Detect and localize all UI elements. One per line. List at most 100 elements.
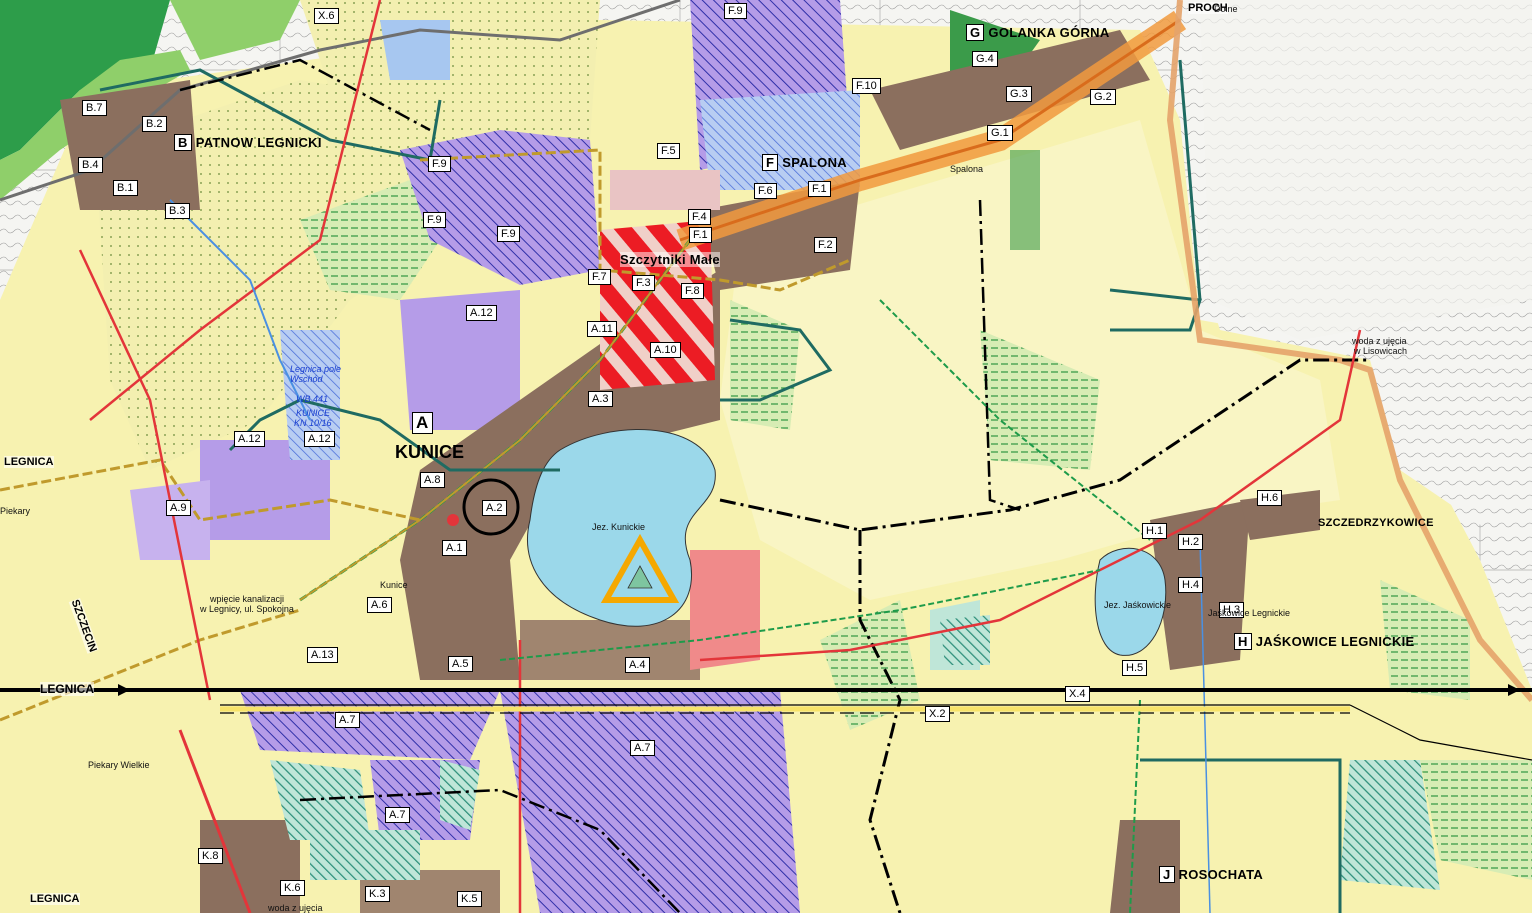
place-golanka: G GOLANKA GÓRNA bbox=[966, 24, 1110, 41]
zone-label: A.7 bbox=[630, 740, 655, 756]
zone-label: A.6 bbox=[367, 597, 392, 613]
service-zone-small bbox=[610, 170, 720, 210]
place-szczytniki: Szczytniki Małe bbox=[620, 252, 720, 267]
zone-label: A.8 bbox=[420, 472, 445, 488]
blue-zone-spalona bbox=[700, 90, 860, 190]
zone-label: A.3 bbox=[588, 391, 613, 407]
place-spalona: F SPALONA bbox=[762, 154, 847, 171]
place-golanka-code: G bbox=[966, 24, 985, 41]
annotation-kanal-2: w Legnicy, ul. Spokojna bbox=[200, 604, 294, 614]
place-rosochata-name: ROSOCHATA bbox=[1178, 867, 1264, 882]
place-patnow: B PATNOW LEGNICKI bbox=[174, 134, 322, 151]
zone-label: A.12 bbox=[466, 305, 497, 321]
zone-label: A.4 bbox=[625, 657, 650, 673]
zone-label: A.2 bbox=[482, 500, 507, 516]
place-rosochata-code: J bbox=[1159, 866, 1175, 883]
zone-label: G.4 bbox=[972, 51, 998, 67]
zone-label: G.3 bbox=[1006, 86, 1032, 102]
zone-label: F.7 bbox=[588, 269, 611, 285]
annotation-woda-2: w Lisowicach bbox=[1354, 346, 1408, 356]
annotation-wo-3: WB 441 bbox=[296, 394, 329, 404]
annotation-woda-bottom: woda z ujęcia bbox=[268, 903, 323, 913]
place-jaskowice: H JAŚKOWICE LEGNICKIE bbox=[1234, 633, 1415, 650]
zone-label: B.3 bbox=[165, 203, 190, 219]
zone-label: F.5 bbox=[657, 143, 680, 159]
service-zone-a4 bbox=[690, 550, 760, 670]
topo-east-bottom-fill bbox=[1200, 0, 1532, 340]
zone-label: F.3 bbox=[632, 275, 655, 291]
planning-map: B PATNOW LEGNICKI F SPALONA G GOLANKA GÓRNA… bbox=[0, 0, 1532, 913]
annotation-wo-5: KN 10/16 bbox=[294, 418, 332, 428]
red-point-marker bbox=[447, 514, 459, 526]
annotation-dolne: Dolne bbox=[1214, 4, 1238, 14]
zone-label: X.4 bbox=[1065, 686, 1090, 702]
annotation-piekary-2: Piekary bbox=[0, 506, 31, 516]
place-patnow-name: PATNOW LEGNICKI bbox=[195, 135, 322, 150]
annotation-wo-1: Legnica pole bbox=[290, 364, 342, 374]
industrial-zone-a7-south bbox=[500, 690, 800, 913]
zone-label: F.9 bbox=[497, 226, 520, 242]
zone-label: K.6 bbox=[280, 880, 305, 896]
place-jaskowice-name: JAŚKOWICE LEGNICKIE bbox=[1255, 634, 1415, 649]
road-label-legnica-bottom: LEGNICA bbox=[30, 893, 80, 905]
place-golanka-name: GOLANKA GÓRNA bbox=[988, 25, 1110, 40]
zone-label: F.4 bbox=[688, 209, 711, 225]
zone-label: A.11 bbox=[587, 321, 617, 337]
zone-label: B.1 bbox=[113, 180, 138, 196]
place-rosochata: J ROSOCHATA bbox=[1159, 866, 1263, 883]
zone-label: A.7 bbox=[335, 712, 360, 728]
zone-label: B.4 bbox=[78, 157, 103, 173]
zone-label: A.1 bbox=[442, 540, 467, 556]
green-hatched-area-5 bbox=[310, 830, 420, 880]
place-jaskowice-code: H bbox=[1234, 633, 1252, 650]
zone-label: K.3 bbox=[365, 886, 390, 902]
zone-label: H.5 bbox=[1122, 660, 1148, 676]
zone-label: X.2 bbox=[925, 706, 950, 722]
place-patnow-code: B bbox=[174, 134, 192, 151]
road-label-legnica-sw: LEGNICA bbox=[40, 682, 94, 696]
place-spalona-code: F bbox=[762, 154, 779, 171]
place-spalona-name: SPALONA bbox=[782, 155, 847, 170]
zone-label: A.10 bbox=[650, 342, 681, 358]
place-kunice-code: A bbox=[412, 412, 433, 434]
place-szczedrzykowice: SZCZEDRZYKOWICE bbox=[1318, 517, 1434, 529]
zone-label: G.2 bbox=[1090, 89, 1116, 105]
industrial-zone-a12 bbox=[400, 290, 520, 430]
zone-label: F.2 bbox=[814, 237, 837, 253]
zone-label: H.6 bbox=[1257, 490, 1283, 506]
industrial-zone-a9 bbox=[130, 480, 210, 560]
annotation-piekary: Piekary Wielkie bbox=[88, 760, 150, 770]
zone-label: B.2 bbox=[142, 116, 167, 132]
annotation-jaskowice-small: Jaśkowice Legnickie bbox=[1208, 608, 1291, 618]
zone-label: K.5 bbox=[457, 891, 482, 907]
place-kunice-code-wrap: A bbox=[412, 412, 437, 434]
zone-label: H.2 bbox=[1178, 534, 1204, 550]
zone-label: F.8 bbox=[681, 283, 704, 299]
blue-zone-north bbox=[380, 20, 450, 80]
annotation-spalona-small: Spalona bbox=[950, 164, 984, 174]
zone-label: H.1 bbox=[1142, 523, 1168, 539]
annotation-wo-4: KUNICE bbox=[296, 408, 331, 418]
annotation-kanal-1: wpięcie kanalizacji bbox=[210, 594, 285, 604]
zone-label: F.9 bbox=[428, 156, 451, 172]
zone-label: A.12 bbox=[234, 431, 265, 447]
meadow-patch-4 bbox=[1010, 150, 1040, 250]
zone-label: K.8 bbox=[198, 848, 223, 864]
road-label-legnica-w: LEGNICA bbox=[4, 456, 54, 468]
lake-kunickie-label: Jez. Kunickie bbox=[592, 522, 646, 532]
zone-label: F.9 bbox=[423, 212, 446, 228]
zone-label: H.4 bbox=[1178, 577, 1204, 593]
annotation-wo-2: Wschód bbox=[290, 374, 323, 384]
industrial-zone-a7-west bbox=[240, 690, 500, 760]
residential-k-zone bbox=[200, 820, 300, 913]
zone-label: G.1 bbox=[987, 125, 1013, 141]
place-kunice-name: KUNICE bbox=[395, 442, 465, 462]
zone-label: F.9 bbox=[724, 3, 747, 19]
zone-label: F.10 bbox=[852, 78, 881, 94]
zone-label: A.7 bbox=[385, 807, 410, 823]
zone-label: F.1 bbox=[808, 181, 831, 197]
annotation-woda-1: woda z ujęcia bbox=[1352, 336, 1407, 346]
zone-label: X.6 bbox=[314, 8, 339, 24]
zone-label: A.12 bbox=[304, 431, 335, 447]
zone-label: A.9 bbox=[166, 500, 191, 516]
